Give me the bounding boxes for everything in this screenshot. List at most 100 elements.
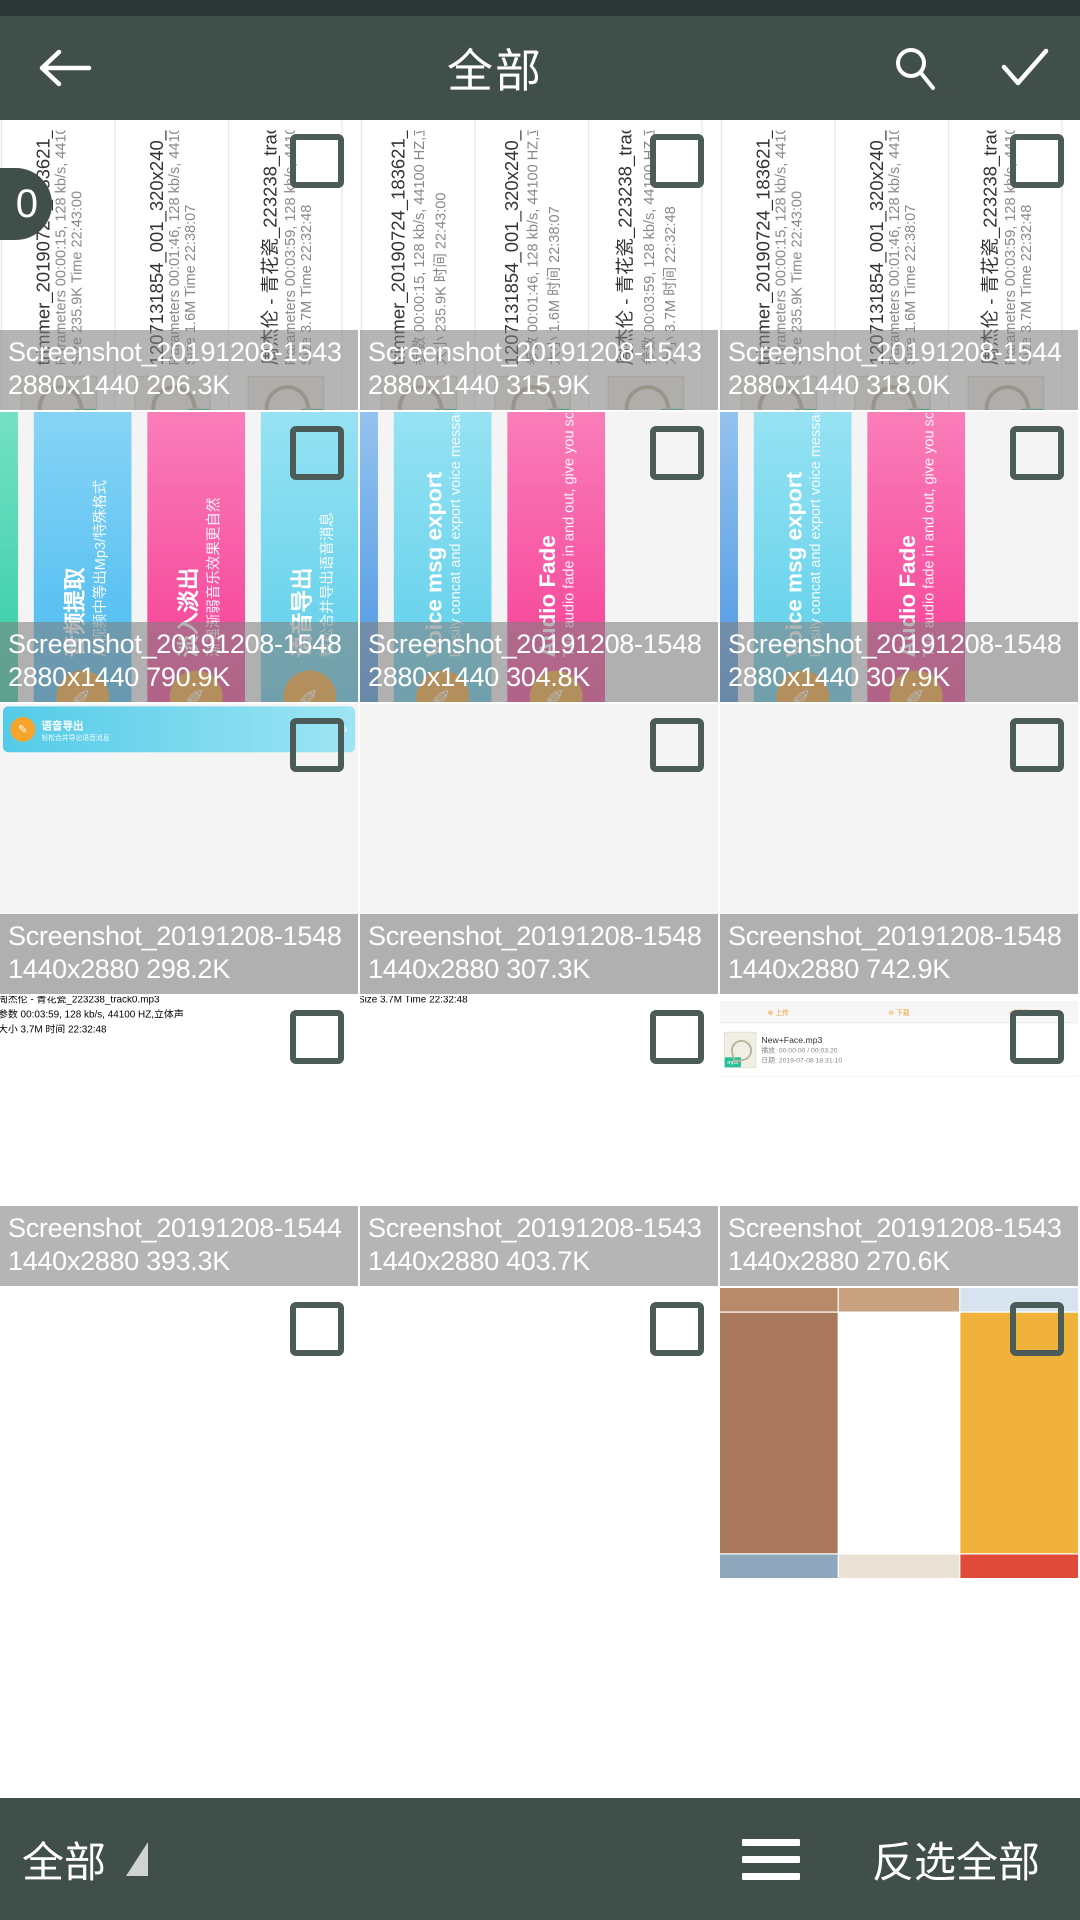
thumb-card-title: 音频提取 [62,567,88,658]
thumb-card-title: Voice msg export [781,471,807,658]
wave-icon: ✎ [10,716,36,742]
search-button[interactable] [860,16,970,120]
thumbnail-cell[interactable]: ●Crop●Fade●Volume●Ringtones●Send●Play●Mo… [720,120,1080,412]
extract-icon: ✎ [56,670,110,702]
thumb-photo [720,1288,838,1312]
thumbnail-cell[interactable]: ●截取●淡入●音量●铃声●发送●播放●更多2019-12-07mp3trimme… [0,996,360,1288]
selection-checkbox[interactable] [290,1302,344,1356]
selection-checkbox[interactable] [1010,426,1064,480]
thumbnail-cell[interactable]: ✎Crop AudioRemove noise from audio›✎Audi… [720,704,1080,996]
thumb-feature-card: ✎Audio ConcatenateConcatenate multiple a… [720,412,738,702]
thumb-row-line2: Parameters 00:01:46, 128 kb/s, 44100 HZ,… [166,130,183,366]
thumb-list-row: mp3 1207131854_001_320x240_174534_track1_… [475,120,590,410]
check-icon [1001,48,1049,86]
thumbnail-cell[interactable] [720,1288,1080,1580]
thumbnail-grid[interactable]: ●Crop●Fade●Volume●Ringtones●Send●Play●Mo… [0,120,1080,1798]
thumb-list-row: mp3 trimmer_20190724_183621_224259_track1… [362,120,476,410]
thumb-feature-card: ✎Audio ConcatenateConcatenate multiple a… [360,412,378,702]
thumb-feature-card: ✎淡入淡出渐强渐弱音乐效果更自然› [147,412,245,702]
chevron-right-icon: › [343,722,348,736]
bottom-toolbar: 全部 反选 全部 [0,1798,1080,1920]
music-note-icon: mp3 [379,375,457,410]
thumb-card-title: 淡入淡出 [175,567,201,658]
confirm-button[interactable] [970,16,1080,120]
wave-icon: ✎ [283,670,337,702]
thumb-row-line3: Size 235.9K Time 22:43:00 [68,190,85,366]
thumbnail-cell[interactable]: ●Crop●Fade●Volume●Ringtones●Send●Play●Mo… [0,120,360,412]
thumbnail-cell[interactable]: ⊕ 上传⊖ 下载⊖ 删除mp3青花瓷-一颗小葱_151539_track1.mp… [720,996,1080,1288]
thumb-row-line3: Size 235.9K Time 22:43:00 [788,190,805,366]
back-button[interactable] [0,16,130,120]
thumb-row-line3: Size 1.6M Time 22:38:07 [902,204,919,366]
hamburger-icon[interactable] [726,1838,816,1880]
thumb-card-sub: 从视频中等出Mp3/特殊格式 [92,479,109,658]
selection-checkbox[interactable] [1010,1302,1064,1356]
thumb-list-row: mp3周杰伦 - 青花瓷_223238_track0.mp3Parameters… [360,996,718,1006]
thumb-row-title: 周杰伦 - 青花瓷_223238_track0.mp3 [613,130,635,366]
thumb-feature-card: ✎ Audio Fade The audio fade in and out, gi… [867,412,965,702]
music-note-icon: mp3 [853,375,931,410]
wave-icon: ✎ [776,670,830,702]
gallery-picker-screen: 全部 ●Crop●Fade●Volume●Ringtones●Send●Play… [0,0,1080,1920]
thumb-row-title: 周杰伦 - 青花瓷_223238_track0.mp3 [978,130,1000,366]
thumbnail-cell[interactable]: +41秒00:00:48 / 00:01:47-5秒↻ 开始时间: 00:00:… [0,1288,360,1580]
wave-icon: ✎ [416,670,470,702]
fade-icon: ✎ [169,670,223,702]
thumb-feature-card: ✎ Voice msg export Easily concat and expor… [393,412,492,702]
selection-checkbox[interactable] [290,426,344,480]
thumbnail-cell[interactable]: ✎Crop AudioRemove noise from audio›✎Audi… [360,704,720,996]
thumbnail-cell[interactable]: ✎音频拼接合并拼接多个音频，一个文件全搞定›✎音频截取简单高效，云剪体验，制作好… [0,412,360,704]
selection-checkbox[interactable] [1010,134,1064,188]
music-note-icon: mp3 [739,375,817,410]
thumb-photo [720,1312,838,1554]
thumb-photo [839,1288,959,1312]
selection-checkbox[interactable] [650,718,704,772]
music-note-icon: mp3 [724,1031,757,1068]
music-note-icon: mp3 [493,375,571,410]
music-note-icon: mp3 [246,375,324,410]
thumb-card-sub: Easily concat and export voice messages [447,412,464,658]
thumbnail-cell[interactable]: ✎Crop AudioRemove noise from audio›✎Audi… [360,412,720,704]
thumb-card-sub: The audio fade in and out, give you soft… [561,412,578,658]
selection-checkbox[interactable] [650,426,704,480]
selection-checkbox[interactable] [650,1010,704,1064]
thumbnail-cell[interactable]: ✎音频拼接合并拼接多个音频，一个文件全搞定›✎音频截取简单高效，云剪体验，制作好… [0,704,360,996]
thumb-row-line2: Parameters 00:00:15, 128 kb/s, 44100 HZ,… [772,130,789,366]
thumb-action: ⊖ 下载 [888,1009,910,1017]
triangle-icon[interactable] [126,1842,149,1876]
thumb-row-title: 1207131854_001_320x240_174534_track1_223… [500,130,521,365]
thumb-card-title: Voice msg export [421,471,447,658]
filter-all-button[interactable]: 全部 [22,1829,106,1890]
thumbnail-cell[interactable]: ●Crop●Fade●Volume●Ringtones●Send●Play●Mo… [360,120,720,412]
thumb-list-row: mp3 1207131854_001_320x240_174534_track1_… [835,120,950,410]
thumb-row-line3: Size 1.6M Time 22:38:07 [182,204,199,366]
thumb-card-sub: The audio fade in and out, give you soft… [921,412,938,658]
thumb-card-sub: 渐强渐弱音乐效果更自然 [206,497,222,658]
thumb-list-row: mp3 trimmer_20190724_183621_224259_track1… [2,120,116,410]
thumbnail-cell[interactable]: ✎Crop AudioRemove noise from audio›✎Audi… [720,412,1080,704]
thumb-row-line2: 参数 00:01:46, 128 kb/s, 44100 HZ,立体声 [525,130,541,366]
arrow-left-icon [39,49,92,87]
music-note-icon: mp3 [19,375,97,410]
thumb-card-title: Audio Fade [535,535,561,658]
selection-checkbox[interactable] [290,718,344,772]
thumbnail-cell[interactable]: ●Crop●Fade●Volume●Ringtones●Send●Play●Mo… [360,996,720,1288]
selection-checkbox[interactable] [290,1010,344,1064]
thumb-row-title: trimmer_20190724_183621_224259_track1.mp… [751,130,773,366]
thumb-photo [839,1312,959,1554]
selection-checkbox[interactable] [650,1302,704,1356]
thumb-photo [960,1554,1078,1578]
thumb-photo [839,1554,959,1578]
selection-checkbox[interactable] [1010,1010,1064,1064]
invert-selection-button[interactable]: 反选 [872,1829,956,1890]
select-all-button[interactable]: 全部 [956,1829,1040,1890]
selection-checkbox[interactable] [290,134,344,188]
selection-checkbox[interactable] [650,134,704,188]
status-bar [0,0,1080,16]
thumb-row-title: 周杰伦 - 青花瓷_223238_track0.mp3 [258,130,280,366]
selection-checkbox[interactable] [1010,718,1064,772]
thumbnail-cell[interactable]: mp3MP3 - 超高品质48000 HZ 立体声mp3MP3 - 中品质220… [360,1288,720,1580]
thumb-row-title: trimmer_20190724_183621_224259_track1.mp… [31,130,53,366]
thumb-row-line2: Parameters 00:00:15, 128 kb/s, 44100 HZ,… [52,130,69,366]
thumb-feature-card: ✎ Voice msg export Easily concat and expor… [753,412,852,702]
